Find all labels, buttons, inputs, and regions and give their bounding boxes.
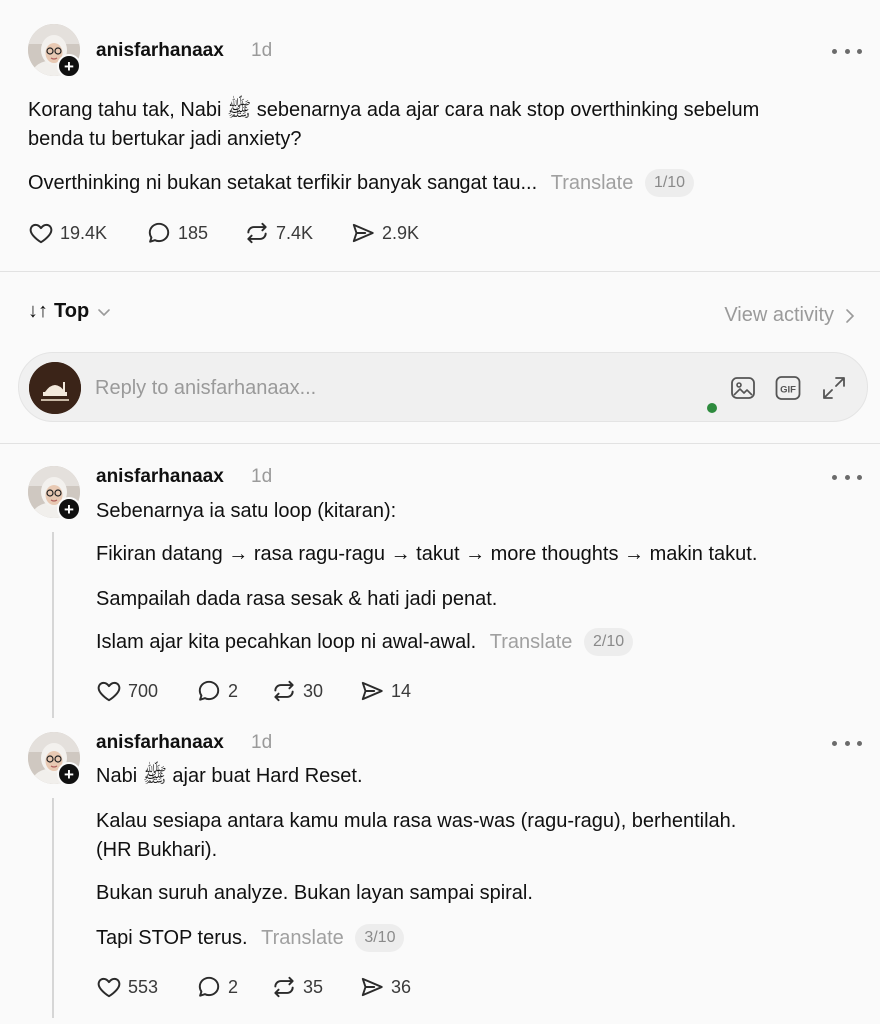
reply-text-line: Kalau sesiapa antara kamu mula rasa was-… bbox=[96, 810, 737, 832]
page-counter-badge: 1/10 bbox=[644, 169, 695, 197]
reply-count: 185 bbox=[178, 222, 209, 243]
heart-icon bbox=[96, 974, 122, 1000]
more-options-icon[interactable] bbox=[832, 738, 862, 748]
post-text: Overthinking ni bukan setakat terfikir b… bbox=[28, 172, 538, 194]
reply-time: 1d bbox=[251, 466, 273, 487]
comment-icon bbox=[146, 220, 172, 246]
post-actions: 19.4K 185 7.4K 2.9K bbox=[28, 220, 419, 246]
reply-text-line: Bukan suruh analyze. Bukan layan sampai … bbox=[96, 882, 533, 904]
like-count: 700 bbox=[128, 680, 159, 701]
repost-button[interactable]: 7.4K bbox=[244, 220, 350, 246]
share-button[interactable]: 2.9K bbox=[350, 220, 419, 246]
repost-button[interactable]: 30 bbox=[271, 678, 359, 704]
heart-icon bbox=[96, 678, 122, 704]
follow-plus-icon[interactable]: + bbox=[57, 54, 81, 78]
post-time: 1d bbox=[251, 40, 273, 61]
thread-line bbox=[52, 798, 54, 1018]
repost-count: 30 bbox=[303, 680, 324, 701]
send-icon bbox=[350, 220, 376, 246]
divider bbox=[0, 271, 880, 272]
translate-link[interactable]: Translate bbox=[490, 631, 573, 653]
reply-text-line: Sebenarnya ia satu loop (kitaran): bbox=[96, 500, 397, 522]
comment-icon bbox=[196, 678, 222, 704]
page-counter-badge: 2/10 bbox=[583, 628, 634, 656]
chevron-right-icon bbox=[846, 308, 855, 323]
reply-button[interactable]: 2 bbox=[196, 974, 271, 1000]
reply-text-line: Fikiran datang → rasa ragu-ragu → takut … bbox=[96, 543, 758, 565]
share-count: 2.9K bbox=[382, 222, 420, 243]
like-count: 553 bbox=[128, 976, 159, 997]
translate-link[interactable]: Translate bbox=[261, 927, 344, 949]
more-options-icon[interactable] bbox=[832, 472, 862, 482]
page-counter-badge: 3/10 bbox=[355, 924, 405, 952]
post-text-line: Korang tahu tak, Nabi ﷺ sebenarnya ada a… bbox=[28, 99, 760, 121]
reply-text-line: Nabi ﷺ ajar buat Hard Reset. bbox=[96, 765, 363, 787]
status-dot bbox=[707, 403, 717, 413]
username[interactable]: anisfarhanaax bbox=[96, 732, 224, 754]
view-activity-link[interactable]: View activity bbox=[724, 304, 856, 327]
repost-button[interactable]: 35 bbox=[271, 974, 359, 1000]
gif-icon[interactable]: GIF bbox=[774, 374, 802, 402]
sort-dropdown[interactable]: ↓↑ Top bbox=[28, 300, 111, 323]
reply-text-line: Islam ajar kita pecahkan loop ni awal-aw… bbox=[96, 628, 634, 656]
divider bbox=[0, 443, 880, 444]
view-activity-label: View activity bbox=[724, 304, 834, 326]
share-button[interactable]: 36 bbox=[359, 974, 411, 1000]
reply-composer[interactable]: GIF bbox=[18, 352, 868, 422]
repost-icon bbox=[271, 974, 297, 1000]
thread-line bbox=[52, 532, 54, 718]
send-icon bbox=[359, 678, 385, 704]
repost-icon bbox=[271, 678, 297, 704]
repost-icon bbox=[244, 220, 270, 246]
sort-label: Top bbox=[54, 300, 90, 322]
reply-text: Islam ajar kita pecahkan loop ni awal-aw… bbox=[96, 631, 477, 653]
image-icon[interactable] bbox=[729, 374, 757, 402]
heart-icon bbox=[28, 220, 54, 246]
sort-arrows-icon: ↓↑ bbox=[28, 300, 48, 322]
reply-text: Tapi STOP terus. bbox=[96, 927, 248, 949]
comment-icon bbox=[196, 974, 222, 1000]
reply-input[interactable] bbox=[95, 372, 655, 404]
share-button[interactable]: 14 bbox=[359, 678, 411, 704]
follow-plus-icon[interactable]: + bbox=[57, 497, 81, 521]
expand-icon[interactable] bbox=[820, 374, 848, 402]
post-text-line: Overthinking ni bukan setakat terfikir b… bbox=[28, 169, 695, 197]
like-count: 19.4K bbox=[60, 222, 108, 243]
like-button[interactable]: 19.4K bbox=[28, 220, 146, 246]
send-icon bbox=[359, 974, 385, 1000]
reply-actions: 700 2 30 14 bbox=[96, 678, 411, 704]
reply-text-line: (HR Bukhari). bbox=[96, 839, 218, 861]
more-options-icon[interactable] bbox=[832, 46, 862, 56]
reply-text-line: Sampailah dada rasa sesak & hati jadi pe… bbox=[96, 588, 498, 610]
reply-button[interactable]: 185 bbox=[146, 220, 244, 246]
username[interactable]: anisfarhanaax bbox=[96, 40, 224, 62]
svg-text:GIF: GIF bbox=[780, 385, 796, 396]
reply-time: 1d bbox=[251, 732, 273, 753]
share-count: 14 bbox=[391, 680, 412, 701]
share-count: 36 bbox=[391, 976, 412, 997]
repost-count: 35 bbox=[303, 976, 324, 997]
reply-count: 2 bbox=[228, 976, 239, 997]
follow-plus-icon[interactable]: + bbox=[57, 762, 81, 786]
translate-link[interactable]: Translate bbox=[551, 172, 634, 194]
repost-count: 7.4K bbox=[276, 222, 314, 243]
username[interactable]: anisfarhanaax bbox=[96, 466, 224, 488]
reply-count: 2 bbox=[228, 680, 239, 701]
like-button[interactable]: 553 bbox=[96, 974, 196, 1000]
current-user-avatar[interactable] bbox=[29, 362, 81, 414]
chevron-down-icon bbox=[98, 308, 110, 316]
reply-button[interactable]: 2 bbox=[196, 678, 271, 704]
post-text-line: benda tu bertukar jadi anxiety? bbox=[28, 128, 302, 150]
like-button[interactable]: 700 bbox=[96, 678, 196, 704]
reply-text-line: Tapi STOP terus. Translate 3/10 bbox=[96, 924, 405, 952]
reply-actions: 553 2 35 36 bbox=[96, 974, 411, 1000]
